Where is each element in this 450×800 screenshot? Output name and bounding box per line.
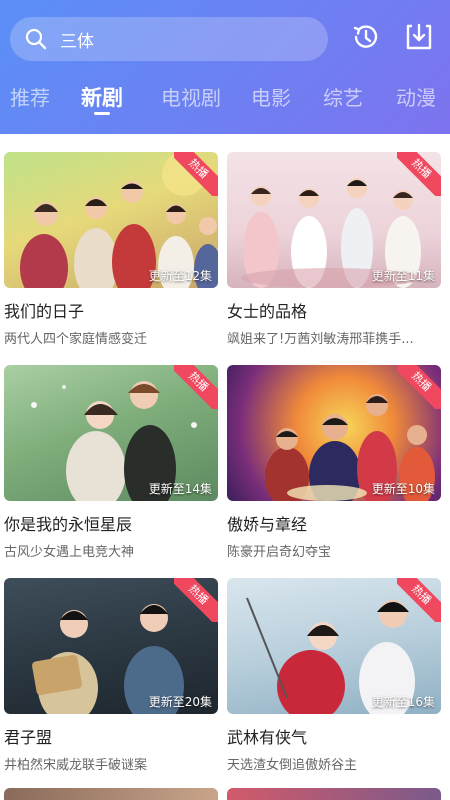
drama-title[interactable]: 我们的日子 xyxy=(4,298,218,322)
episode-count: 更新至14集 xyxy=(148,482,212,496)
tab-recommend[interactable]: 推荐 xyxy=(10,82,50,111)
tab-variety[interactable]: 综艺 xyxy=(323,82,363,111)
poster-image[interactable]: 热播 更新至14集 xyxy=(4,365,218,501)
poster-image[interactable]: 热播 更新至12集 xyxy=(4,152,218,288)
episode-count: 更新至20集 xyxy=(148,695,212,709)
drama-title[interactable]: 你是我的永恒星辰 xyxy=(4,511,218,535)
drama-description: 陈豪开启奇幻夺宝 xyxy=(227,545,332,560)
download-icon[interactable] xyxy=(402,20,436,54)
episode-count: 更新至10集 xyxy=(371,482,435,496)
history-icon[interactable] xyxy=(348,20,382,54)
tab-anime[interactable]: 动漫 xyxy=(396,82,436,111)
search-query: 三体 xyxy=(60,31,94,52)
episode-count: 更新至12集 xyxy=(148,269,212,283)
drama-title[interactable]: 傲娇与章经 xyxy=(227,511,441,535)
drama-card[interactable]: 热播 更新至20集 君子盟 井柏然宋威龙联手破谜案 xyxy=(4,578,218,773)
drama-card[interactable]: 热播 更新至10集 傲娇与章经 陈豪开启奇幻夺宝 xyxy=(227,365,441,560)
drama-grid: 热播 更新至12集 我们的日子 两代人四个家庭情感变迁 热播 更新至11集 女士… xyxy=(0,134,450,800)
hot-badge: 热播 xyxy=(174,152,218,196)
drama-description: 古风少女遇上电竞大神 xyxy=(4,545,135,560)
tab-movies[interactable]: 电影 xyxy=(251,82,291,111)
drama-card[interactable]: 热播 更新至11集 女士的品格 飒姐来了!万茜刘敏涛邢菲携手... xyxy=(227,152,441,347)
category-tabs: 推荐 新剧 电视剧 电影 综艺 动漫 xyxy=(0,78,450,118)
top-header: 三体 推荐 新剧 电视剧 电影 综艺 动漫 xyxy=(0,0,450,134)
drama-description: 井柏然宋威龙联手破谜案 xyxy=(4,758,148,773)
drama-title[interactable]: 君子盟 xyxy=(4,724,218,748)
drama-description: 天选渣女倒追傲娇谷主 xyxy=(227,758,358,773)
drama-card[interactable]: 热播 更新至14集 你是我的永恒星辰 古风少女遇上电竞大神 xyxy=(4,365,218,560)
tab-tv-series[interactable]: 电视剧 xyxy=(161,82,221,111)
drama-card[interactable]: 热播 更新至16集 武林有侠气 天选渣女倒追傲娇谷主 xyxy=(227,578,441,773)
drama-title[interactable]: 女士的品格 xyxy=(227,298,441,322)
poster-image[interactable]: 热播 更新至11集 xyxy=(227,152,441,288)
drama-description: 飒姐来了!万茜刘敏涛邢菲携手... xyxy=(227,332,414,347)
hot-badge: 热播 xyxy=(174,365,218,409)
search-icon xyxy=(25,28,47,50)
hot-badge: 热播 xyxy=(174,578,218,622)
episode-count: 更新至16集 xyxy=(371,695,435,709)
active-tab-indicator xyxy=(94,112,110,115)
hot-badge: 热播 xyxy=(397,578,441,622)
drama-description: 两代人四个家庭情感变迁 xyxy=(4,332,148,347)
episode-count: 更新至11集 xyxy=(371,269,435,283)
tab-new-drama[interactable]: 新剧 xyxy=(81,82,123,112)
poster-image[interactable]: 热播 更新至16集 xyxy=(227,578,441,714)
hot-badge: 热播 xyxy=(397,365,441,409)
hot-badge: 热播 xyxy=(397,152,441,196)
poster-image[interactable]: 热播 更新至10集 xyxy=(227,365,441,501)
drama-card[interactable]: 热播 更新至12集 我们的日子 两代人四个家庭情感变迁 xyxy=(4,152,218,347)
poster-image[interactable]: 热播 更新至20集 xyxy=(4,578,218,714)
search-bar[interactable]: 三体 xyxy=(10,17,328,61)
next-row-preview xyxy=(0,788,450,800)
drama-title[interactable]: 武林有侠气 xyxy=(227,724,441,748)
